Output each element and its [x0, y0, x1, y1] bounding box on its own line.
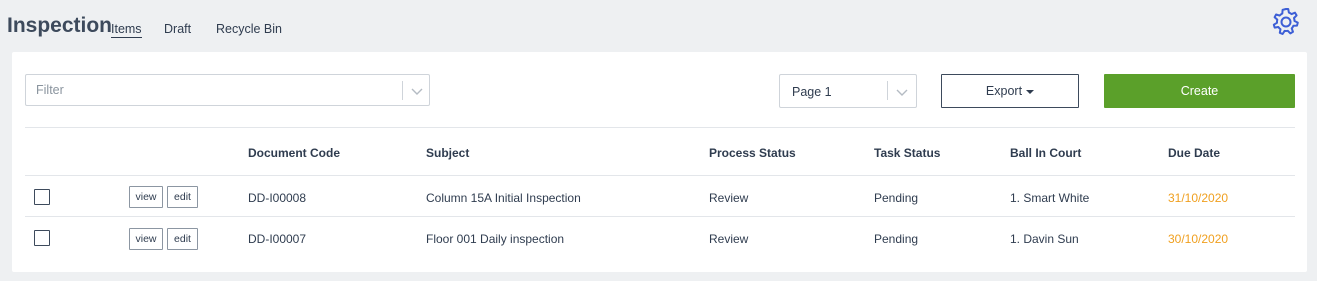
page-select-value: Page 1 — [792, 85, 832, 99]
task-status: Pending — [874, 191, 919, 205]
ball-in-court: 1. Davin Sun — [1010, 232, 1079, 246]
document-code: DD-I00008 — [248, 191, 307, 205]
tab-items[interactable]: Items — [111, 22, 142, 38]
column-header-document-code[interactable]: Document Code — [248, 146, 340, 160]
page-select-divider — [887, 81, 888, 100]
gear-icon[interactable] — [1270, 6, 1302, 38]
divider — [25, 127, 1295, 128]
document-code: DD-I00007 — [248, 232, 307, 246]
row-checkbox[interactable] — [34, 189, 50, 205]
column-header-ball-in-court[interactable]: Ball In Court — [1010, 146, 1081, 160]
column-header-due-date[interactable]: Due Date — [1168, 146, 1220, 160]
page-select[interactable]: Page 1 — [779, 74, 917, 108]
tab-draft[interactable]: Draft — [164, 22, 191, 36]
caret-down-icon — [1026, 89, 1035, 94]
edit-button[interactable]: edit — [167, 186, 198, 208]
filter-divider — [402, 81, 403, 100]
column-header-subject[interactable]: Subject — [426, 146, 469, 160]
chevron-down-icon[interactable] — [895, 85, 909, 99]
subject: Floor 001 Daily inspection — [426, 232, 565, 246]
row-checkbox[interactable] — [34, 230, 50, 246]
main-panel: Page 1 Export Create Document Code Subje… — [12, 52, 1307, 272]
column-header-process-status[interactable]: Process Status — [709, 146, 796, 160]
subject: Column 15A Initial Inspection — [426, 191, 581, 205]
filter-select[interactable] — [25, 74, 430, 106]
column-header-task-status[interactable]: Task Status — [874, 146, 940, 160]
chevron-down-icon[interactable] — [410, 84, 424, 98]
tab-recycle-bin[interactable]: Recycle Bin — [216, 22, 282, 36]
view-button[interactable]: view — [129, 186, 163, 208]
task-status: Pending — [874, 232, 919, 246]
export-button[interactable]: Export — [941, 74, 1079, 108]
divider — [25, 175, 1295, 176]
process-status: Review — [709, 232, 749, 246]
process-status: Review — [709, 191, 749, 205]
due-date: 31/10/2020 — [1168, 191, 1229, 205]
ball-in-court: 1. Smart White — [1010, 191, 1090, 205]
edit-button[interactable]: edit — [167, 228, 198, 250]
filter-input[interactable] — [26, 75, 396, 105]
due-date: 30/10/2020 — [1168, 232, 1229, 246]
create-button[interactable]: Create — [1104, 74, 1295, 108]
divider — [25, 216, 1295, 217]
view-button[interactable]: view — [129, 228, 163, 250]
export-label: Export — [985, 84, 1023, 98]
page-title: Inspection — [7, 14, 113, 37]
